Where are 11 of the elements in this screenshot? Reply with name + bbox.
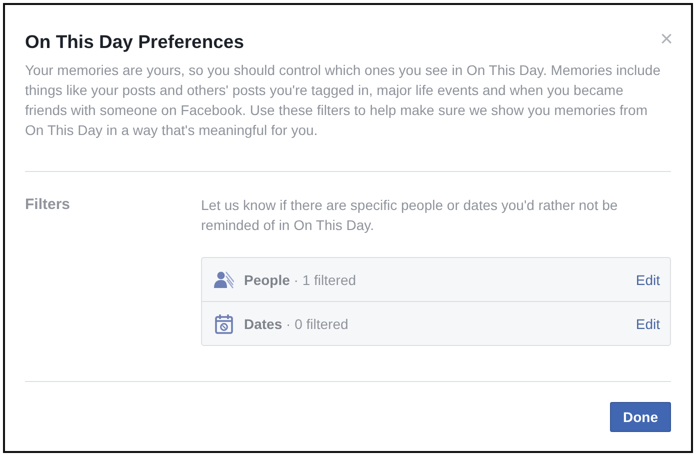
done-button[interactable]: Done — [610, 402, 671, 432]
filters-intro: Let us know if there are specific people or dates you'd rather not be reminded of in On This Day. — [201, 196, 619, 235]
description: Your memories are yours, so you should control which ones you see in On This Day. Memories include things like your posts and others' posts you're tagged in, major life events and when you became friends with someone on Facebook. Use these filters to help make sure we show you memories from On This Day in a way that's meaningful for you. — [25, 61, 662, 140]
edit-link[interactable]: Edit — [636, 272, 660, 288]
people-icon — [214, 270, 234, 290]
dialog-title: On This Day Preferences — [25, 31, 244, 53]
section-heading: Filters — [25, 195, 72, 215]
calendar-icon — [214, 314, 234, 334]
filter-label: People · 1 filtered — [244, 272, 358, 288]
edit-link[interactable]: Edit — [636, 316, 660, 332]
filter-label: Dates · 0 filtered — [244, 316, 350, 332]
